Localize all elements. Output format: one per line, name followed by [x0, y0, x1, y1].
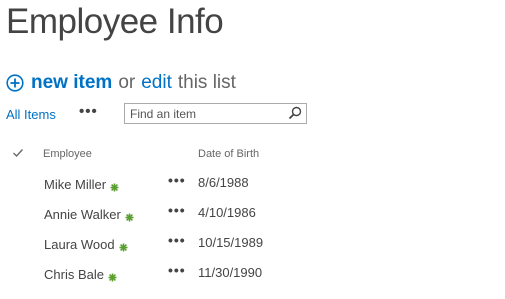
- date-of-birth: 8/6/1988: [198, 175, 249, 190]
- employee-name[interactable]: Mike Miller: [44, 177, 119, 192]
- table-row[interactable]: Laura Wood ••• 10/15/1989: [0, 230, 505, 260]
- employee-name[interactable]: Annie Walker: [44, 207, 134, 222]
- add-circle-icon[interactable]: [6, 74, 24, 92]
- edit-list-link[interactable]: edit: [141, 72, 172, 94]
- column-header-employee[interactable]: Employee: [43, 148, 92, 160]
- command-bar: new item or edit this list: [6, 70, 236, 96]
- select-all-checkmark-icon[interactable]: [12, 146, 24, 158]
- table-row[interactable]: Annie Walker ••• 4/10/1986: [0, 200, 505, 230]
- row-menu-ellipsis[interactable]: •••: [168, 202, 186, 218]
- new-item-link[interactable]: new item: [31, 72, 112, 94]
- new-item-icon: [125, 210, 134, 222]
- search-box: [124, 103, 307, 124]
- search-input[interactable]: [125, 104, 290, 123]
- or-text: or: [118, 72, 136, 93]
- employee-name-text[interactable]: Laura Wood: [44, 237, 115, 252]
- employee-name-text[interactable]: Chris Bale: [44, 267, 104, 282]
- view-all-items[interactable]: All Items: [6, 107, 56, 122]
- row-menu-ellipsis[interactable]: •••: [168, 262, 186, 278]
- view-toolbar: All Items •••: [6, 103, 316, 127]
- row-menu-ellipsis[interactable]: •••: [168, 232, 186, 248]
- page-title: Employee Info: [6, 2, 224, 41]
- employee-name[interactable]: Chris Bale: [44, 267, 117, 282]
- row-menu-ellipsis[interactable]: •••: [168, 172, 186, 188]
- employee-name[interactable]: Laura Wood: [44, 237, 128, 252]
- employee-name-text[interactable]: Annie Walker: [44, 207, 121, 222]
- table-row[interactable]: Mike Miller ••• 8/6/1988: [0, 170, 505, 200]
- new-item-icon: [110, 180, 119, 192]
- new-item-icon: [119, 240, 128, 252]
- search-icon[interactable]: [288, 106, 302, 120]
- employee-name-text[interactable]: Mike Miller: [44, 177, 106, 192]
- view-more-ellipsis[interactable]: •••: [79, 103, 98, 120]
- table-row[interactable]: Chris Bale ••• 11/30/1990: [0, 260, 505, 290]
- this-list-text: this list: [177, 72, 236, 93]
- date-of-birth: 10/15/1989: [198, 235, 264, 250]
- column-header-date-of-birth[interactable]: Date of Birth: [198, 148, 259, 160]
- date-of-birth: 4/10/1986: [198, 205, 256, 220]
- new-item-icon: [108, 270, 117, 282]
- date-of-birth: 11/30/1990: [198, 265, 263, 280]
